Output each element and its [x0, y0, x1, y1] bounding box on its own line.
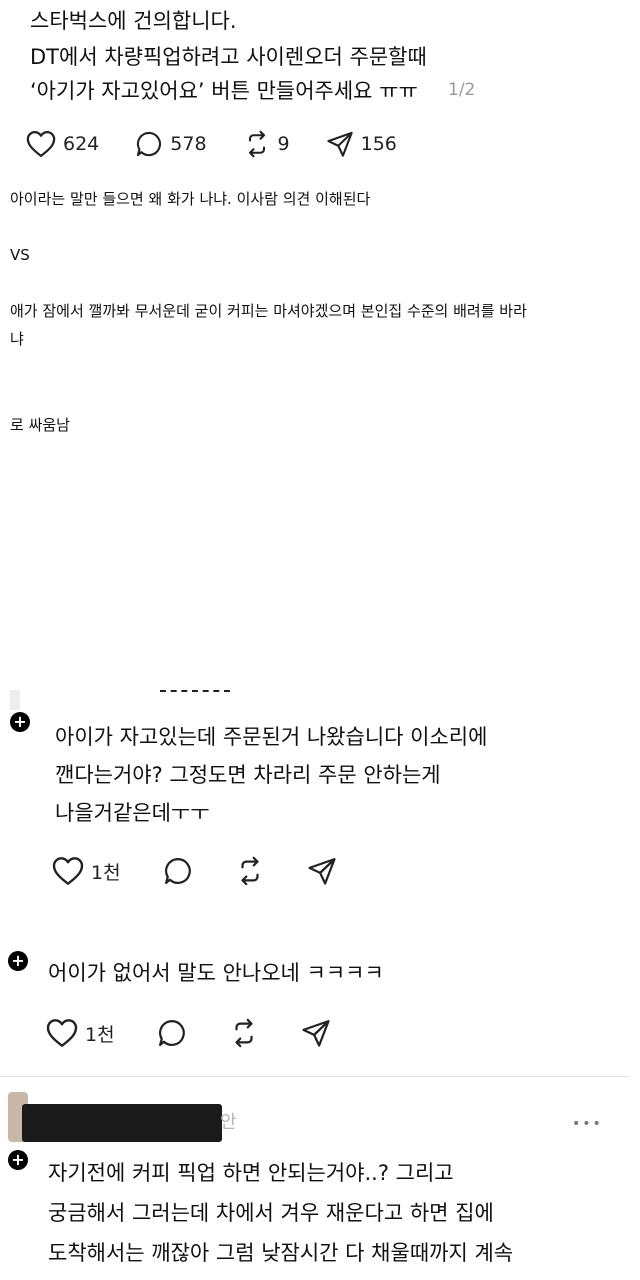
comment-2-share-button[interactable]: [301, 1018, 331, 1048]
post-text-line-3: ‘아기가 자고있어요’ 버튼 만들어주세요 ㅠㅠ: [30, 79, 418, 103]
heart-icon: [46, 1018, 78, 1048]
post-share-button[interactable]: 156: [326, 130, 397, 158]
send-icon: [307, 856, 337, 886]
comment-3-line-1: 자기전에 커피 픽업 하면 안되는거야..? 그리고: [48, 1161, 454, 1185]
divider: [0, 1076, 630, 1077]
caption-line-1: 아이라는 말만 들으면 왜 화가 나냐. 이사람 의견 이해된다: [10, 190, 371, 208]
send-icon: [301, 1018, 331, 1048]
comment-icon: [157, 1018, 187, 1048]
repost-count: 9: [277, 133, 290, 155]
comment-1-like-button[interactable]: 1천: [52, 856, 121, 886]
comment-1-line-1: 아이가 자고있는데 주문된거 나왔습니다 이소리에: [55, 725, 488, 749]
comment-2-reply-button[interactable]: [157, 1018, 187, 1048]
caption-vs: VS: [10, 246, 30, 264]
page-indicator: 1/2: [448, 80, 476, 100]
comment-2-action-bar: 1천: [46, 1018, 331, 1048]
repost-icon: [243, 130, 271, 158]
post-action-bar: 624 578 9 156: [26, 130, 397, 158]
comment-1-action-bar: 1천: [52, 856, 337, 886]
post-text-line-2: DT에서 차량픽업하려고 사이렌오더 주문할때: [30, 45, 427, 69]
caption-line-2: 애가 잠에서 깰까봐 무서운데 굳이 커피는 마셔야겠으며 본인집 수준의 배려…: [10, 302, 527, 320]
post-like-button[interactable]: 624: [26, 130, 99, 158]
comment-2-like-button[interactable]: 1천: [46, 1018, 115, 1048]
heart-icon: [52, 856, 84, 886]
caption-line-2b: 냐: [10, 330, 24, 348]
username-fragment: [160, 690, 230, 696]
comment-1-line-3: 나을거같은데ㅜㅜ: [55, 801, 210, 825]
comment-count: 578: [170, 133, 207, 155]
follow-plus-icon[interactable]: +: [10, 712, 30, 732]
redacted-username: [22, 1104, 222, 1142]
repost-icon: [235, 856, 265, 886]
comment-icon: [135, 130, 163, 158]
repost-icon: [229, 1018, 259, 1048]
more-options-button[interactable]: •••: [572, 1116, 603, 1132]
post-comment-button[interactable]: 578: [135, 130, 207, 158]
send-icon: [326, 130, 354, 158]
comment-3-line-2: 궁금해서 그러는데 차에서 겨우 재운다고 하면 집에: [48, 1201, 494, 1225]
post-text-line-1: 스타벅스에 건의합니다.: [30, 9, 237, 33]
follow-plus-icon[interactable]: +: [8, 951, 28, 971]
avatar: [10, 690, 20, 710]
share-count: 156: [360, 133, 397, 155]
comment-3-line-3: 도착해서는 깨잖아 그럼 낮잠시간 다 채울때까지 계속: [48, 1241, 514, 1265]
comment-2-line-1: 어이가 없어서 말도 안나오네 ㅋㅋㅋㅋ: [48, 961, 384, 985]
username-fragment: 안: [220, 1112, 237, 1133]
caption-line-3: 로 싸움남: [10, 416, 70, 434]
like-count: 624: [63, 133, 100, 155]
follow-plus-icon[interactable]: +: [8, 1150, 28, 1170]
comment-1-repost-button[interactable]: [235, 856, 265, 886]
post-repost-button[interactable]: 9: [243, 130, 290, 158]
comment-1-line-2: 깬다는거야? 그정도면 차라리 주문 안하는게: [55, 763, 441, 787]
like-count: 1천: [85, 1023, 115, 1046]
comment-1-reply-button[interactable]: [163, 856, 193, 886]
heart-icon: [26, 130, 56, 158]
comment-icon: [163, 856, 193, 886]
comment-2-repost-button[interactable]: [229, 1018, 259, 1048]
like-count: 1천: [91, 861, 121, 884]
comment-1-share-button[interactable]: [307, 856, 337, 886]
